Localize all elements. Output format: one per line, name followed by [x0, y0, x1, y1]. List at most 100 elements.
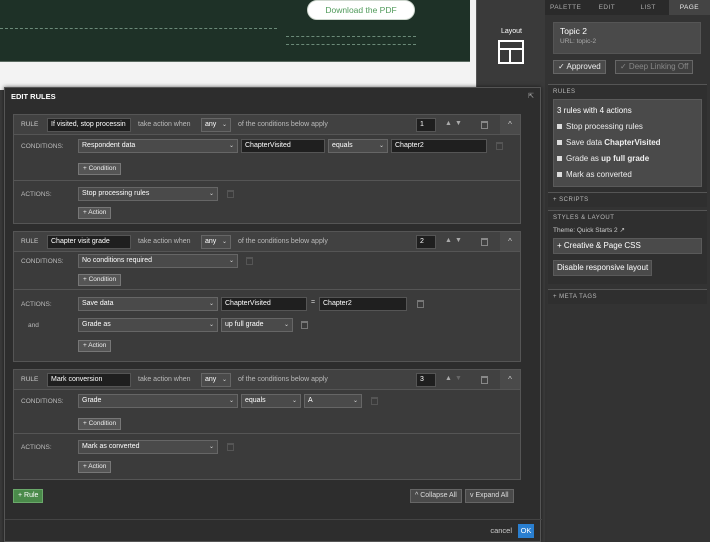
chevron-down-icon: ⌄: [352, 398, 358, 404]
chevron-down-icon: ⌄: [283, 322, 289, 328]
rules-area: RULE If visited, stop processin take act…: [13, 114, 521, 506]
rule-name-input[interactable]: If visited, stop processin: [47, 118, 131, 132]
condition-key-input[interactable]: ChapterVisited: [241, 139, 325, 153]
rule-card: RULE Chapter visit grade take action whe…: [13, 231, 521, 362]
match-select[interactable]: any ⌄: [201, 373, 231, 387]
move-up-icon[interactable]: ▲: [445, 120, 452, 127]
rule-bullet-icon: [557, 140, 562, 146]
meta-section[interactable]: + META TAGS: [548, 289, 707, 304]
resize-icon[interactable]: ⇱: [528, 92, 534, 100]
add-condition-button[interactable]: + Condition: [78, 163, 122, 175]
action-type-select[interactable]: Grade as ⌄: [78, 318, 218, 332]
action-type-select[interactable]: Stop processing rules ⌄: [78, 187, 218, 201]
trash-icon[interactable]: [417, 300, 424, 308]
scripts-header[interactable]: + SCRIPTS: [548, 193, 707, 207]
rule-header: RULE If visited, stop processin take act…: [14, 115, 520, 135]
collapse-icon[interactable]: ^: [500, 370, 520, 389]
dashed-guide: [0, 28, 277, 29]
chevron-down-icon: ⌄: [378, 143, 384, 149]
move-down-icon[interactable]: ▼: [455, 120, 462, 127]
creative-css-button[interactable]: + Creative & Page CSS: [553, 238, 702, 254]
approved-toggle[interactable]: ✓ Approved: [553, 60, 606, 74]
match-select[interactable]: any ⌄: [201, 235, 231, 249]
trash-icon[interactable]: [481, 121, 488, 129]
dashed-guide: [286, 36, 416, 37]
add-rule-button[interactable]: + Rule: [13, 489, 44, 503]
disable-responsive-button[interactable]: Disable responsive layout: [553, 260, 653, 276]
trash-icon[interactable]: [481, 238, 488, 246]
download-pdf-button[interactable]: Download the PDF: [307, 0, 415, 20]
tab-edit[interactable]: EDIT: [586, 0, 627, 15]
add-action-button[interactable]: + Action: [78, 207, 112, 219]
condition-field-select[interactable]: Grade ⌄: [78, 394, 238, 408]
action-type-select[interactable]: Mark as converted ⌄: [78, 440, 218, 454]
rules-section: RULES 3 rules with 4 actions Stop proces…: [548, 84, 707, 192]
rule-order-input[interactable]: 3: [416, 373, 436, 387]
grade-select[interactable]: up full grade ⌄: [221, 318, 293, 332]
actions-row: ACTIONS: Save data ⌄ ChapterVisited = Cha…: [14, 290, 520, 360]
topic-card[interactable]: Topic 2 URL: topic-2: [553, 22, 701, 54]
trash-icon[interactable]: [371, 397, 378, 405]
trash-icon[interactable]: [246, 257, 253, 265]
move-down-icon[interactable]: ▼: [455, 375, 462, 382]
rules-summary-box[interactable]: 3 rules with 4 actions Stop processing r…: [553, 99, 702, 187]
condition-value-input[interactable]: Chapter2: [391, 139, 487, 153]
move-up-icon[interactable]: ▲: [445, 237, 452, 244]
rule-order-input[interactable]: 1: [416, 118, 436, 132]
expand-all-button[interactable]: v Expand All: [465, 489, 514, 503]
conditions-apply-text: of the conditions below apply: [238, 121, 328, 128]
action-key-input[interactable]: ChapterVisited: [221, 297, 307, 311]
scripts-section[interactable]: + SCRIPTS: [548, 192, 707, 207]
theme-label[interactable]: Theme: Quick Starts 2 ↗: [548, 225, 707, 235]
tab-page[interactable]: PAGE: [668, 0, 710, 15]
match-select[interactable]: any ⌄: [201, 118, 231, 132]
condition-value-select[interactable]: A ⌄: [304, 394, 362, 408]
move-up-icon[interactable]: ▲: [445, 375, 452, 382]
dashed-guide: [286, 44, 416, 45]
ok-button[interactable]: OK: [518, 524, 534, 538]
tab-list[interactable]: LIST: [628, 0, 669, 15]
rule-card: RULE If visited, stop processin take act…: [13, 114, 521, 224]
add-condition-button[interactable]: + Condition: [78, 418, 122, 430]
add-action-button[interactable]: + Action: [78, 340, 112, 352]
rule-name-input[interactable]: Chapter visit grade: [47, 235, 131, 249]
chevron-down-icon: ⌄: [208, 444, 214, 450]
chevron-down-icon: ⌄: [291, 398, 297, 404]
action-value-input[interactable]: Chapter2: [319, 297, 407, 311]
trash-icon[interactable]: [481, 376, 488, 384]
edit-rules-modal: EDIT RULES ⇱ RULE If visited, stop proce…: [4, 87, 542, 542]
action-type-select[interactable]: Save data ⌄: [78, 297, 218, 311]
rule-header: RULE Chapter visit grade take action whe…: [14, 232, 520, 252]
take-action-text: take action when: [138, 121, 191, 128]
condition-op-select[interactable]: equals ⌄: [241, 394, 301, 408]
condition-field-select[interactable]: Respondent data ⌄: [78, 139, 238, 153]
trash-icon[interactable]: [496, 142, 503, 150]
add-action-button[interactable]: + Action: [78, 461, 112, 473]
cancel-button[interactable]: cancel: [490, 526, 512, 535]
layout-icon[interactable]: [498, 40, 524, 64]
trash-icon[interactable]: [227, 190, 234, 198]
condition-op-select[interactable]: equals ⌄: [328, 139, 388, 153]
collapse-all-button[interactable]: ^ Collapse All: [410, 489, 462, 503]
slide-preview: Download the PDF: [0, 0, 470, 62]
conditions-row: CONDITIONS: Grade ⌄ equals ⌄ A ⌄ + Conditio…: [14, 390, 520, 434]
rules-list-item: Stop processing rules: [557, 119, 698, 135]
actions-label: ACTIONS:: [21, 444, 52, 451]
deep-linking-toggle[interactable]: ✓ Deep Linking Off: [615, 60, 694, 74]
trash-icon[interactable]: [227, 443, 234, 451]
panel-tabs: PALETTE EDIT LIST PAGE: [545, 0, 710, 15]
rule-name-input[interactable]: Mark conversion: [47, 373, 131, 387]
rule-header: RULE Mark conversion take action when an…: [14, 370, 520, 390]
tab-palette[interactable]: PALETTE: [545, 0, 586, 15]
collapse-icon[interactable]: ^: [500, 115, 520, 134]
add-condition-button[interactable]: + Condition: [78, 274, 122, 286]
condition-field-select[interactable]: No conditions required ⌄: [78, 254, 238, 268]
meta-tags-header[interactable]: + META TAGS: [548, 290, 707, 304]
rules-list-item: Grade as up full grade: [557, 151, 698, 167]
trash-icon[interactable]: [301, 321, 308, 329]
move-down-icon[interactable]: ▼: [455, 237, 462, 244]
styles-header: STYLES & LAYOUT: [553, 215, 615, 221]
collapse-icon[interactable]: ^: [500, 232, 520, 251]
external-link-icon[interactable]: ↗: [619, 227, 624, 234]
rule-order-input[interactable]: 2: [416, 235, 436, 249]
